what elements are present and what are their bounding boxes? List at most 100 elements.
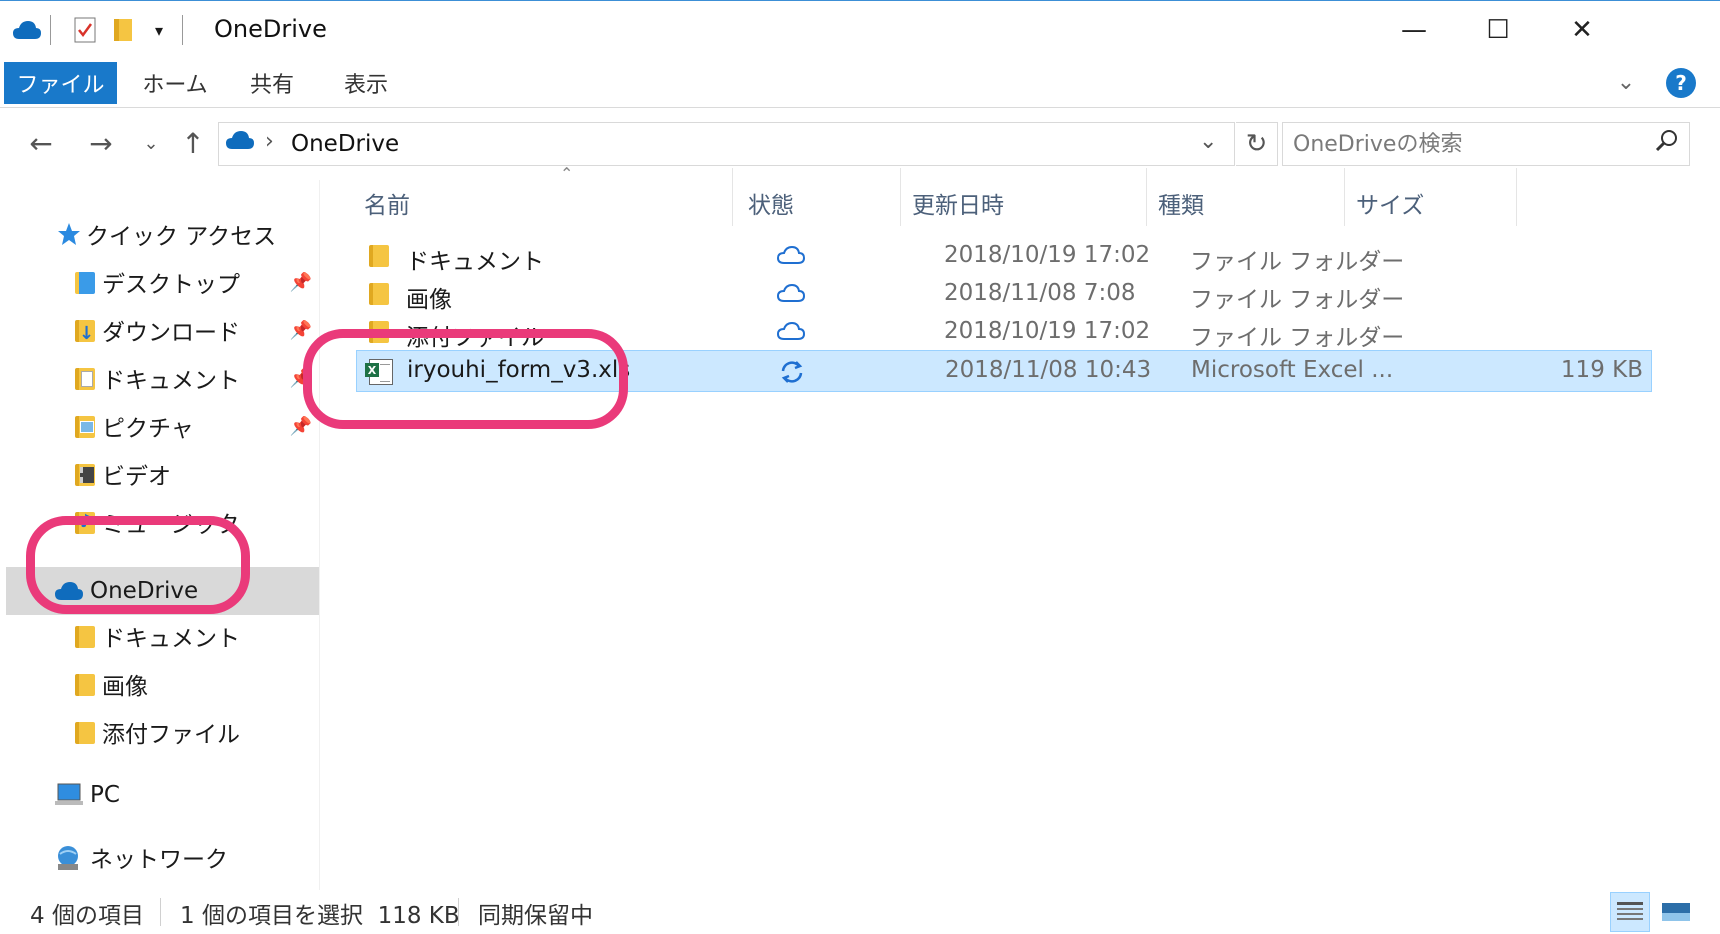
up-arrow-icon[interactable]: ↑ [174, 124, 212, 162]
address-history-dropdown-icon[interactable]: ⌄ [1199, 129, 1217, 154]
sidebar-item-label: ドキュメント [102, 626, 240, 652]
sidebar-item-network[interactable]: ネットワーク [54, 835, 228, 879]
search-icon[interactable] [1655, 129, 1679, 159]
search-input[interactable] [1293, 129, 1633, 159]
onedrive-cloud-icon [225, 129, 255, 159]
sidebar-item-pc[interactable]: PC [54, 773, 120, 817]
help-button[interactable]: ? [1666, 68, 1696, 98]
divider [458, 898, 459, 926]
file-type: ファイル フォルダー [1190, 287, 1405, 313]
sidebar-item-label: ビデオ [102, 464, 171, 490]
cloud-icon [776, 244, 806, 270]
file-type: ファイル フォルダー [1190, 249, 1405, 275]
sidebar-item-onedrive-images[interactable]: 画像 [72, 662, 148, 706]
folder-icon [72, 671, 98, 697]
column-header-modified[interactable]: 更新日時 [912, 186, 1004, 220]
ribbon-tabs: ファイル ホーム 共有 表示 ⌄ ? [0, 58, 1720, 108]
cloud-icon [776, 282, 806, 308]
breadcrumb-chevron-icon[interactable]: › [265, 129, 274, 154]
file-list: ⌃ 名前 状態 更新日時 種類 サイズ ドキュメント 2018/10/19 17… [322, 164, 1720, 890]
column-divider[interactable] [1146, 168, 1147, 226]
folder-icon [72, 719, 98, 745]
sync-icon [777, 359, 807, 385]
sidebar-item-documents[interactable]: ドキュメント 📌 [72, 356, 312, 400]
divider [182, 15, 183, 45]
computer-icon [54, 782, 86, 808]
folder-icon [366, 242, 394, 272]
expand-ribbon-chevron-icon[interactable]: ⌄ [1610, 70, 1642, 98]
details-view-icon[interactable] [1610, 892, 1650, 932]
desktop-folder-icon [72, 269, 98, 295]
sidebar-item-onedrive-documents[interactable]: ドキュメント [72, 614, 240, 658]
large-icons-view-icon[interactable] [1656, 892, 1696, 932]
sidebar-item-label: ピクチャ [102, 416, 194, 442]
sidebar-item-label: ダウンロード [102, 320, 240, 346]
cloud-icon [776, 320, 806, 346]
star-icon [56, 221, 82, 247]
recent-locations-chevron-icon[interactable]: ⌄ [132, 124, 170, 162]
column-header-status[interactable]: 状態 [748, 186, 794, 220]
sort-ascending-caret-icon: ⌃ [560, 164, 574, 183]
sidebar-item-downloads[interactable]: ↓ ダウンロード 📌 [72, 308, 312, 352]
sidebar-item-label: デスクトップ [102, 272, 240, 298]
close-button[interactable]: ✕ [1536, 1, 1628, 59]
tab-file[interactable]: ファイル [4, 62, 117, 104]
file-modified: 2018/11/08 7:08 [944, 280, 1136, 306]
file-modified: 2018/10/19 17:02 [944, 318, 1151, 344]
file-name: ドキュメント [406, 249, 544, 275]
list-item[interactable]: 画像 2018/11/08 7:08 ファイル フォルダー [356, 274, 1652, 316]
tab-home[interactable]: ホーム [130, 62, 220, 104]
sidebar-item-label: 画像 [102, 674, 148, 700]
column-divider[interactable] [900, 168, 901, 226]
column-divider[interactable] [732, 168, 733, 226]
selection-info: 1 個の項目を選択 118 KB [180, 903, 460, 929]
sidebar-item-desktop[interactable]: デスクトップ 📌 [72, 260, 312, 304]
file-type: ファイル フォルダー [1190, 325, 1405, 351]
column-divider[interactable] [1516, 168, 1517, 226]
breadcrumb-onedrive[interactable]: OneDrive [291, 131, 399, 157]
file-type: Microsoft Excel ... [1191, 357, 1394, 383]
address-bar[interactable]: › OneDrive ⌄ [218, 122, 1235, 166]
sidebar-item-onedrive-attachments[interactable]: 添付ファイル [72, 710, 240, 754]
sidebar-item-videos[interactable]: ビデオ [72, 452, 312, 496]
file-modified: 2018/11/08 10:43 [945, 357, 1152, 383]
new-folder-icon[interactable] [108, 15, 138, 45]
pin-icon[interactable]: 📌 [290, 320, 312, 341]
file-size: 119 KB [1560, 357, 1643, 383]
pin-icon[interactable]: 📌 [290, 416, 312, 437]
customize-toolbar-dropdown-icon[interactable]: ▾ [144, 15, 174, 45]
sidebar-item-label: PC [90, 782, 120, 808]
divider [50, 15, 51, 45]
documents-folder-icon [72, 365, 98, 391]
sync-status: 同期保留中 [478, 903, 593, 929]
sidebar-item-label: ドキュメント [102, 368, 240, 394]
column-divider[interactable] [1344, 168, 1345, 226]
window-title: OneDrive [214, 15, 327, 43]
title-bar: ▾ OneDrive — ☐ ✕ [0, 0, 1720, 58]
forward-arrow-icon[interactable]: → [82, 124, 120, 162]
sidebar-item-quick-access[interactable]: クイック アクセス [56, 212, 276, 256]
column-header-type[interactable]: 種類 [1158, 186, 1204, 220]
tab-share[interactable]: 共有 [236, 62, 308, 104]
file-modified: 2018/10/19 17:02 [944, 242, 1151, 268]
sidebar-item-pictures[interactable]: ピクチャ 📌 [72, 404, 312, 448]
refresh-icon[interactable]: ↻ [1236, 122, 1278, 166]
maximize-button[interactable]: ☐ [1452, 1, 1544, 59]
properties-icon[interactable] [70, 15, 100, 45]
videos-folder-icon [72, 461, 98, 487]
pin-icon[interactable]: 📌 [290, 272, 312, 293]
column-header-name[interactable]: 名前 [364, 186, 410, 220]
sidebar-item-label: ネットワーク [90, 847, 228, 873]
divider [160, 898, 161, 926]
back-arrow-icon[interactable]: ← [22, 124, 60, 162]
minimize-button[interactable]: — [1368, 1, 1460, 59]
pictures-folder-icon [72, 413, 98, 439]
tab-view[interactable]: 表示 [330, 62, 402, 104]
column-header-size[interactable]: サイズ [1356, 186, 1424, 220]
sidebar-item-label: 添付ファイル [102, 722, 240, 748]
search-box[interactable] [1282, 122, 1690, 166]
downloads-folder-icon: ↓ [72, 317, 98, 344]
highlight-ring [303, 329, 628, 429]
item-count: 4 個の項目 [30, 903, 144, 929]
list-item[interactable]: ドキュメント 2018/10/19 17:02 ファイル フォルダー [356, 236, 1652, 278]
